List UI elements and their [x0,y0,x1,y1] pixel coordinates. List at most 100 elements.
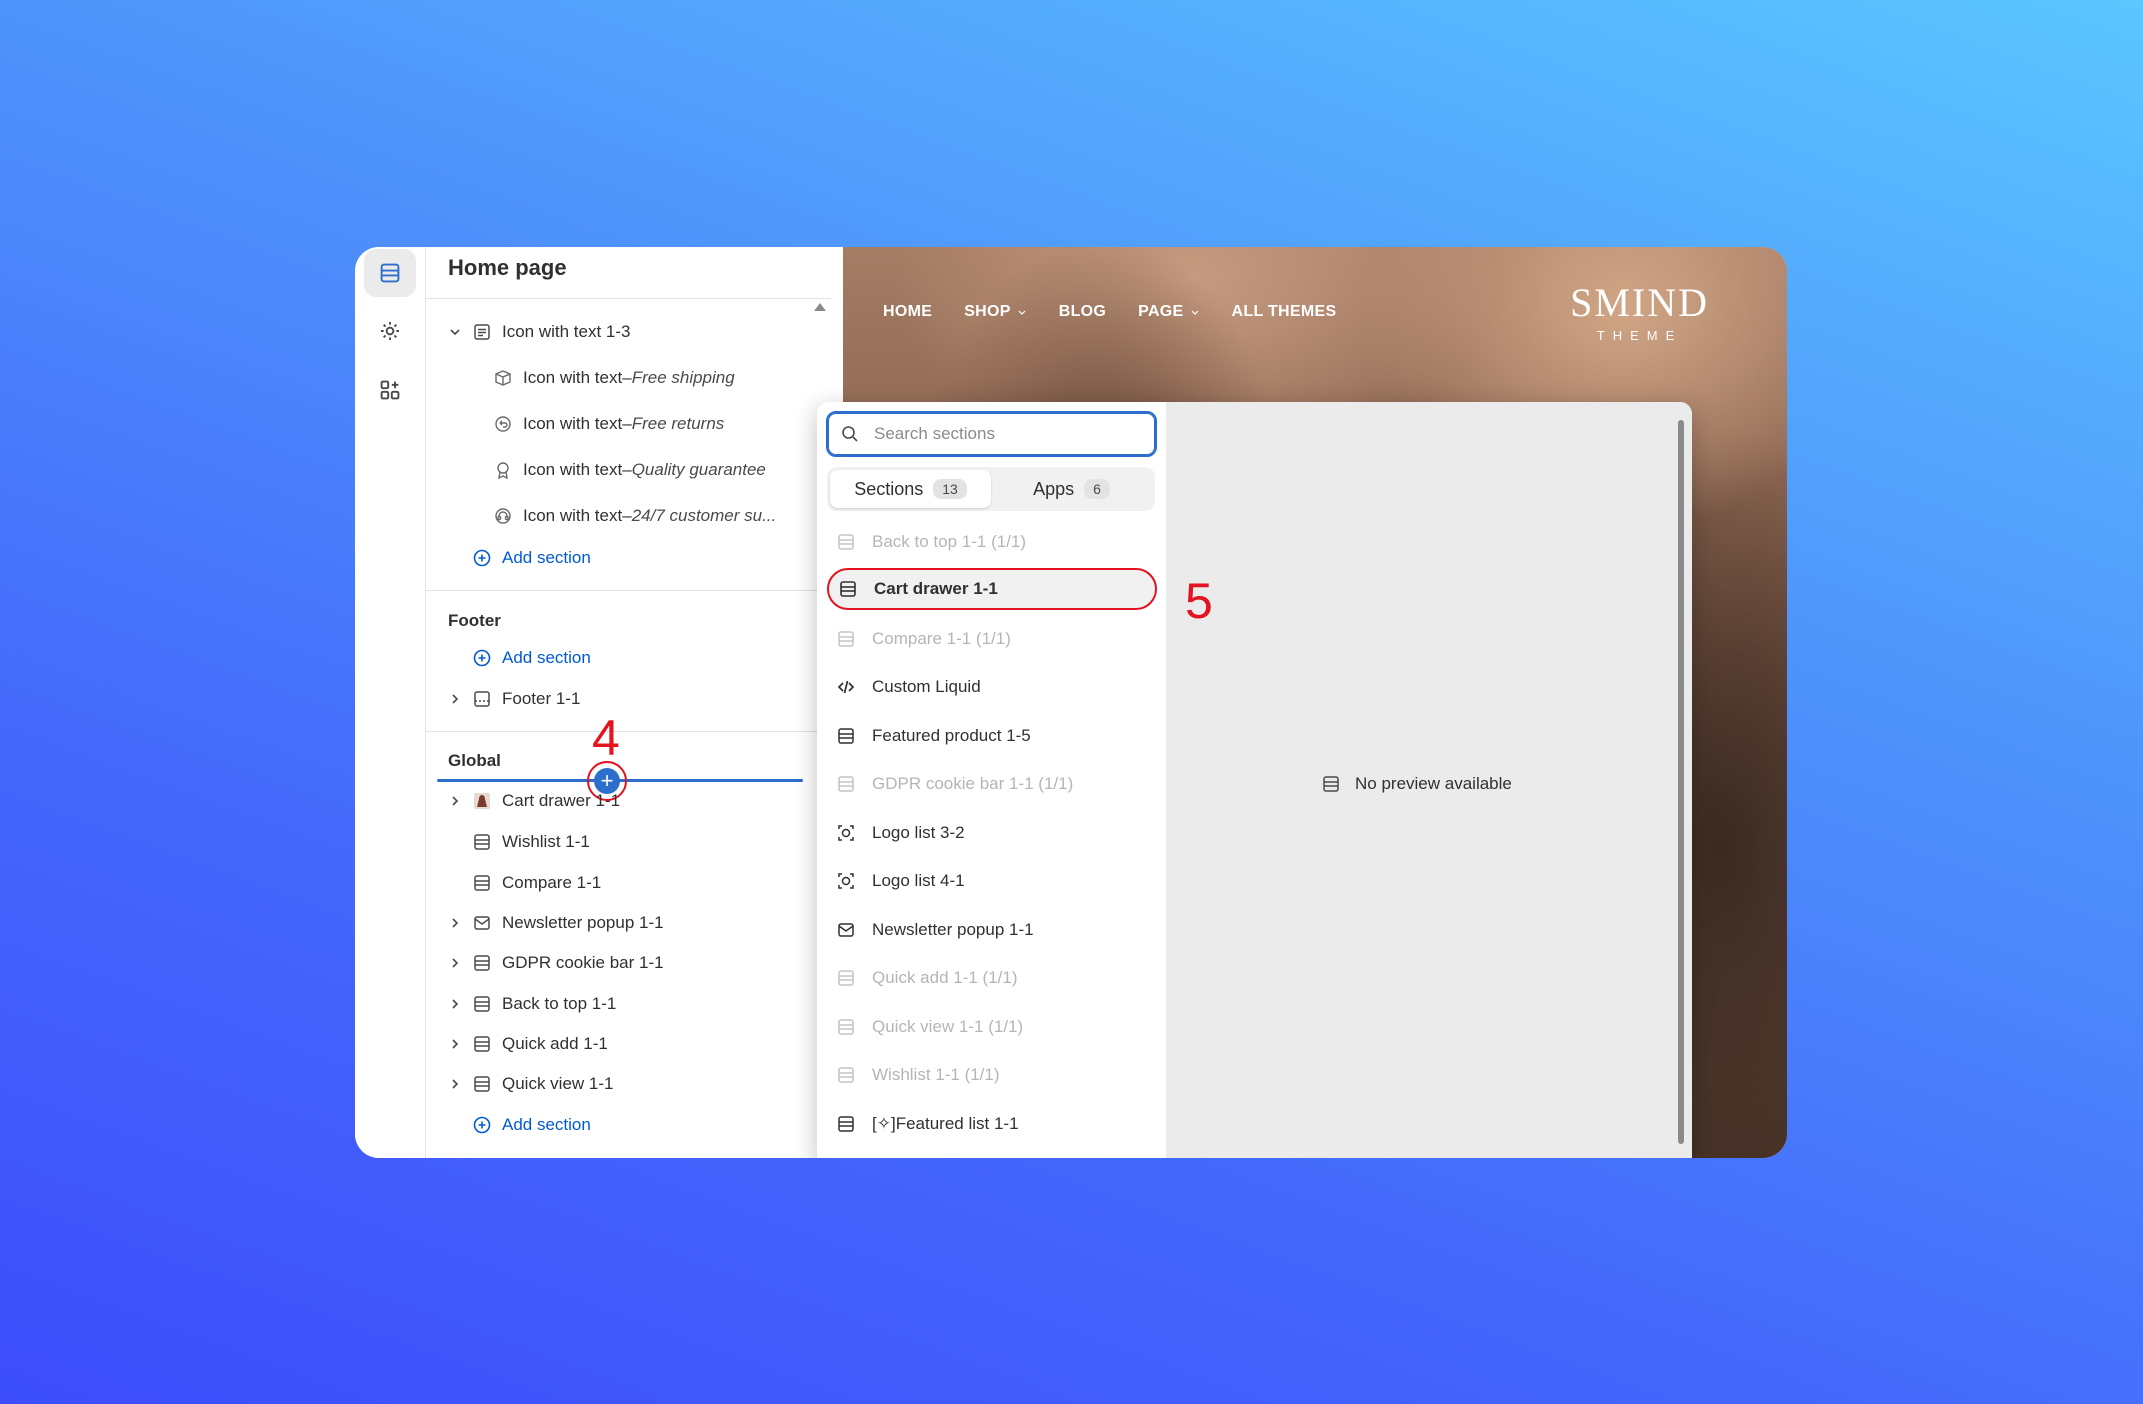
dash: – [622,414,632,433]
plus-circle-icon [472,548,492,568]
section-icon [836,968,856,988]
block-item-quality-guarantee[interactable]: Icon with text – Quality guarantee [493,454,766,486]
tab-count-badge: 6 [1084,479,1110,499]
tab-sections[interactable]: Sections 13 [830,470,991,508]
block-item-free-returns[interactable]: Icon with text – Free returns [493,408,724,440]
section-option-logo-list-3-2[interactable]: Logo list 3-2 [827,812,1157,854]
logo-list-icon [836,823,856,843]
icon-rail [355,247,426,1158]
tree-item-quick-add[interactable]: Quick add 1-1 [448,1028,608,1060]
section-tree-panel: Home page Icon with text 1-3 Icon with t… [426,247,831,1158]
section-option-featured-list[interactable]: [✧]Featured list 1-1 [827,1103,1157,1145]
section-icon [836,532,856,552]
section-option-newsletter-popup[interactable]: Newsletter popup 1-1 [827,909,1157,951]
search-field[interactable] [826,411,1157,457]
add-section-button[interactable]: Add section [472,542,591,574]
global-group-label: Global [448,751,501,770]
apps-icon [380,380,400,400]
editor-window: Home page Icon with text 1-3 Icon with t… [355,247,1787,1158]
section-icon [1323,776,1339,792]
option-label: Wishlist 1-1 (1/1) [872,1065,1000,1084]
option-label: Logo list 3-2 [872,823,965,842]
nav-blog[interactable]: BLOG [1059,303,1106,321]
code-icon [836,677,856,697]
option-label: GDPR cookie bar 1-1 (1/1) [872,774,1074,793]
option-label: [✧]Featured list 1-1 [872,1114,1019,1133]
section-icon [472,953,492,973]
scrollbar[interactable] [1678,420,1684,1144]
tree-item-back-to-top[interactable]: Back to top 1-1 [448,988,616,1020]
option-label: Back to top 1-1 (1/1) [872,532,1027,551]
tree-item-quick-view[interactable]: Quick view 1-1 [448,1068,613,1100]
add-section-label: Add section [502,1115,591,1134]
store-logo[interactable]: SMIND THEME [1570,279,1709,343]
option-label: Compare 1-1 (1/1) [872,629,1011,648]
add-section-button-footer[interactable]: Add section [472,642,591,674]
section-option-back-to-top: Back to top 1-1 (1/1) [827,521,1157,563]
tree-item-label: Wishlist 1-1 [502,832,590,851]
block-item-free-shipping[interactable]: Icon with text – Free shipping [493,362,735,394]
section-option-logo-list-4-1[interactable]: Logo list 4-1 [827,860,1157,902]
sections-icon [380,263,400,283]
storefront-nav: HOME SHOP BLOG PAGE ALL THEMES [883,303,1336,321]
apps-rail-button[interactable] [364,366,416,414]
sections-rail-button[interactable] [364,249,416,297]
step-5-label: 5 [1185,573,1213,629]
support-icon [493,506,513,526]
section-preview-pane: No preview available [1166,402,1692,1158]
add-section-popup: Sections 13 Apps 6 Back to top 1-1 (1/1)… [817,402,1692,1158]
search-input[interactable] [874,424,1124,444]
tree-item-footer[interactable]: Footer 1-1 [448,683,580,715]
logo-sub: THEME [1596,328,1683,343]
box-icon [493,368,513,388]
chevron-right-icon[interactable] [448,916,462,930]
nav-page[interactable]: PAGE [1138,303,1199,321]
section-icon [836,726,856,746]
tree-item-newsletter[interactable]: Newsletter popup 1-1 [448,907,664,939]
section-option-quick-add: Quick add 1-1 (1/1) [827,957,1157,999]
nav-home[interactable]: HOME [883,303,932,321]
scroll-up-arrow[interactable] [814,303,826,311]
block-label: Icon with text [523,368,623,387]
tab-apps[interactable]: Apps 6 [991,470,1152,508]
block-caption: Quality guarantee [631,460,766,479]
chevron-down-icon[interactable] [448,325,462,339]
page-title: Home page [448,255,567,280]
block-label: Icon with text [523,460,623,479]
tree-item-wishlist[interactable]: Wishlist 1-1 [472,826,590,858]
nav-label: BLOG [1058,303,1107,320]
nav-label: ALL THEMES [1231,303,1337,320]
add-section-button-global[interactable]: Add section [472,1109,591,1141]
nav-all-themes[interactable]: ALL THEMES [1232,303,1337,321]
tree-item-label: GDPR cookie bar 1-1 [502,953,664,972]
chevron-right-icon[interactable] [448,794,462,808]
logo-main: SMIND [1570,280,1709,325]
nav-label: SHOP [964,303,1011,320]
search-icon [842,426,858,442]
chevron-right-icon[interactable] [448,956,462,970]
tree-item-gdpr[interactable]: GDPR cookie bar 1-1 [448,947,664,979]
block-caption: 24/7 customer su... [631,506,777,525]
section-option-featured-product[interactable]: Featured product 1-5 [827,715,1157,757]
settings-rail-button[interactable] [364,307,416,355]
option-label: Logo list 4-1 [872,871,965,890]
section-option-cart-drawer[interactable]: Cart drawer 1-1 [827,568,1157,610]
block-label: Icon with text [523,506,623,525]
block-item-customer-support[interactable]: Icon with text – 24/7 customer su... [493,500,776,532]
dash: – [622,460,632,479]
tab-label: Sections [854,478,924,499]
tree-item-cart-drawer[interactable]: Cart drawer 1-1 [448,785,620,817]
section-icon [836,629,856,649]
nav-shop[interactable]: SHOP [964,303,1027,321]
chevron-right-icon[interactable] [448,1077,462,1091]
tree-item-icon-with-text[interactable]: Icon with text 1-3 [448,316,631,348]
tree-item-compare[interactable]: Compare 1-1 [472,867,601,899]
chevron-right-icon[interactable] [448,1037,462,1051]
chevron-down-icon [1018,310,1026,315]
chevron-right-icon[interactable] [448,692,462,706]
section-option-custom-liquid[interactable]: Custom Liquid [827,666,1157,708]
section-icon [836,1017,856,1037]
chevron-right-icon[interactable] [448,997,462,1011]
dash: – [622,368,632,387]
section-option-compare: Compare 1-1 (1/1) [827,618,1157,660]
